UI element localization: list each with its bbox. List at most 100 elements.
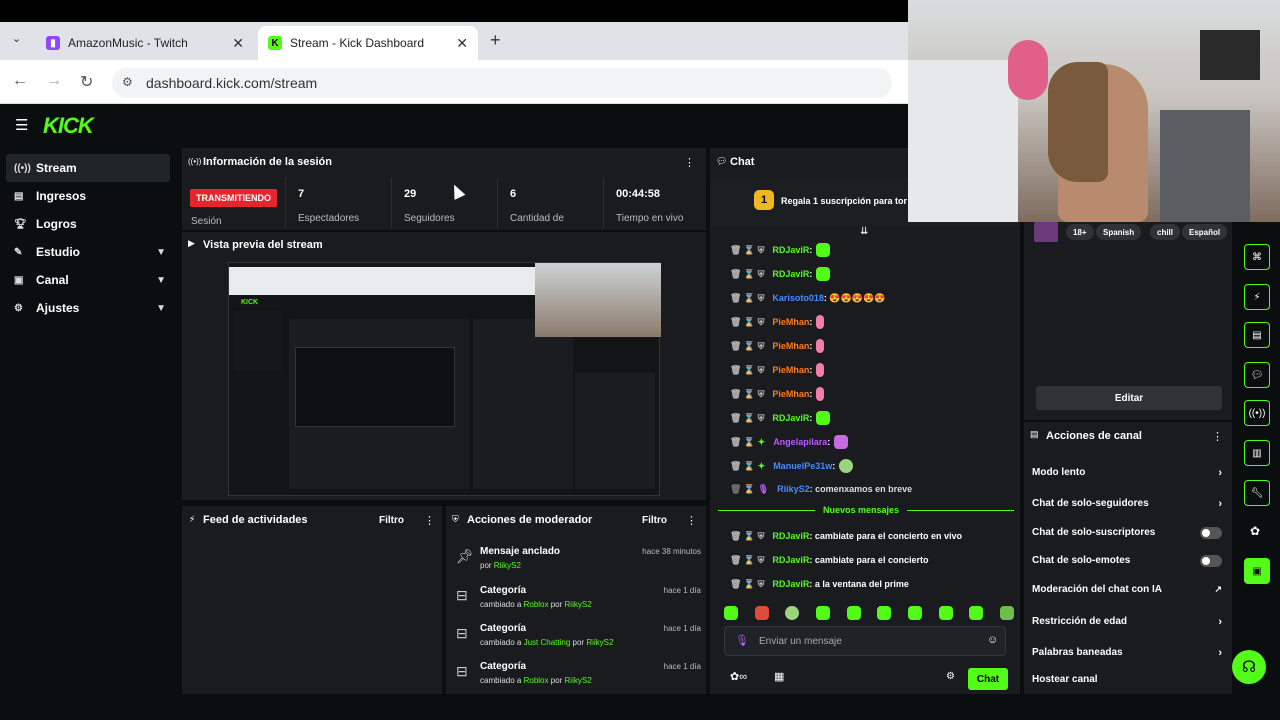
emote-icon[interactable] <box>846 606 861 620</box>
emote-icon[interactable] <box>999 606 1014 620</box>
forward-icon[interactable]: → <box>46 72 62 90</box>
message-actions-icon[interactable]: 🗑 ⌛ ⛨ <box>730 341 764 352</box>
message-actions-icon[interactable]: 🗑 ⌛ ⛨ <box>730 365 764 376</box>
action-ai-moderation[interactable]: Moderación del chat con IA ↗ <box>1032 584 1222 595</box>
chat-username[interactable]: PieMhan <box>772 389 809 399</box>
rail-integrations-icon[interactable]: ✿ <box>1250 524 1260 538</box>
chat-username[interactable]: RDJaviR <box>772 579 809 589</box>
more-options-icon[interactable]: ⋮ <box>1212 430 1223 443</box>
subscribers-only-toggle[interactable] <box>1200 527 1222 539</box>
rail-notes-button[interactable]: ▤ <box>1244 322 1270 348</box>
menu-icon[interactable]: ☰ <box>15 116 28 134</box>
tab-list-dropdown-icon[interactable]: ⌄ <box>12 32 21 45</box>
sidebar-item-stream[interactable]: ((•)) Stream <box>6 154 170 182</box>
chat-username[interactable]: ManuelPe31w <box>773 461 832 471</box>
back-icon[interactable]: ← <box>12 72 28 90</box>
message-actions-icon[interactable]: 🗑 ⌛ ✦ <box>730 461 765 472</box>
message-actions-icon[interactable]: 🗑 ⌛ ⛨ <box>730 245 764 256</box>
action-slow-mode[interactable]: Modo lento › <box>1032 467 1222 479</box>
mic-icon[interactable]: 🎙︎ <box>735 634 749 647</box>
emote-icon[interactable] <box>724 606 738 620</box>
more-options-icon[interactable]: ⋮ <box>686 514 697 527</box>
chat-username[interactable]: Angelapilara <box>773 437 827 447</box>
message-actions-icon[interactable]: 🗑 ⌛ ⛨ <box>730 293 764 304</box>
site-info-icon[interactable]: ⚙ <box>122 75 133 89</box>
message-actions-icon[interactable]: 🗑 ⌛ 🎙︎ <box>730 484 769 495</box>
rail-layout-button[interactable]: ▥ <box>1244 440 1270 466</box>
chat-username[interactable]: RDJaviR <box>772 531 809 541</box>
rail-scene-button[interactable]: ⌘ <box>1244 244 1270 270</box>
emotes-only-toggle[interactable] <box>1200 555 1222 567</box>
message-actions-icon[interactable]: 🗑 ⌛ ⛨ <box>730 389 764 400</box>
new-tab-button[interactable]: + <box>490 30 501 51</box>
kick-logo[interactable]: KICK <box>43 113 94 139</box>
message-actions-icon[interactable]: 🗑 ⌛ ⛨ <box>730 413 764 424</box>
sidebar-item-ajustes[interactable]: ⚙ Ajustes ▼ <box>0 294 176 322</box>
tag-language[interactable]: Spanish <box>1096 224 1142 240</box>
store-icon[interactable]: ▦ <box>774 670 784 683</box>
action-banned-words[interactable]: Palabras baneadas › <box>1032 647 1222 659</box>
stream-preview-video[interactable]: KICK <box>228 262 661 496</box>
mod-user-link[interactable]: RiikyS2 <box>586 638 613 647</box>
action-host-channel[interactable]: Hostear canal <box>1032 674 1222 685</box>
chat-settings-icon[interactable]: ⚙ <box>946 671 955 682</box>
emote-icon[interactable] <box>969 606 984 620</box>
emote-icon[interactable] <box>938 606 953 620</box>
more-options-icon[interactable]: ⋮ <box>424 514 435 527</box>
rail-broadcast-button[interactable]: ((•)) <box>1244 400 1270 426</box>
emoji-picker-icon[interactable]: ☺ <box>987 634 998 646</box>
filter-button[interactable]: Filtro <box>642 515 667 526</box>
tag-espanol[interactable]: Español <box>1182 224 1228 240</box>
mod-user-link[interactable]: RiikyS2 <box>494 561 521 570</box>
emote-icon[interactable] <box>785 606 800 620</box>
chat-username[interactable]: RDJaviR <box>772 269 809 279</box>
filter-button[interactable]: Filtro <box>379 515 404 526</box>
rail-tools-button[interactable]: 🔧︎ <box>1244 480 1270 506</box>
chat-username[interactable]: RDJaviR <box>772 555 809 565</box>
rail-app-button[interactable]: ▣ <box>1244 558 1270 584</box>
action-followers-only[interactable]: Chat de solo-seguidores › <box>1032 498 1222 510</box>
chat-send-button[interactable]: Chat <box>968 668 1008 690</box>
chat-tools-icon[interactable]: ✿∞ <box>730 670 747 683</box>
close-tab-icon[interactable]: ✕ <box>232 35 244 52</box>
emote-icon[interactable] <box>754 606 769 620</box>
chat-username[interactable]: Karisoto018 <box>772 293 824 303</box>
action-age-restriction[interactable]: Restricción de edad › <box>1032 616 1222 628</box>
chat-username[interactable]: RDJaviR <box>772 245 809 255</box>
message-actions-icon[interactable]: 🗑 ⌛ ⛨ <box>730 317 764 328</box>
tag-age[interactable]: 18+ <box>1066 224 1094 240</box>
rail-chat-button[interactable]: 💬︎ <box>1244 362 1270 388</box>
sidebar-item-ingresos[interactable]: ▤ Ingresos <box>0 182 176 210</box>
chat-username[interactable]: RiikyS2 <box>777 484 810 494</box>
edit-stream-button[interactable]: Editar <box>1036 386 1222 410</box>
tab-kick-dashboard[interactable]: K Stream - Kick Dashboard ✕ <box>258 26 478 60</box>
sidebar-item-canal[interactable]: ▣ Canal ▼ <box>0 266 176 294</box>
chat-username[interactable]: PieMhan <box>772 341 809 351</box>
collapse-pinned-icon[interactable]: ⇊ <box>860 226 868 237</box>
url-field[interactable]: ⚙ dashboard.kick.com/stream <box>112 68 892 98</box>
close-tab-icon[interactable]: ✕ <box>456 35 468 52</box>
message-actions-icon[interactable]: 🗑 ⌛ ⛨ <box>730 579 764 590</box>
reload-icon[interactable]: ↻ <box>80 72 93 92</box>
message-actions-icon[interactable]: 🗑 ⌛ ⛨ <box>730 531 764 542</box>
message-actions-icon[interactable]: 🗑 ⌛ ⛨ <box>730 269 764 280</box>
action-emotes-only[interactable]: Chat de solo-emotes <box>1032 555 1222 567</box>
sidebar-item-logros[interactable]: 🏆︎ Logros <box>0 210 176 238</box>
sidebar-item-estudio[interactable]: ✎ Estudio ▼ <box>0 238 176 266</box>
tag-chill[interactable]: chill <box>1150 224 1181 240</box>
chat-username[interactable]: PieMhan <box>772 317 809 327</box>
message-actions-icon[interactable]: 🗑 ⌛ ✦ <box>730 437 765 448</box>
action-subscribers-only[interactable]: Chat de solo-suscriptores <box>1032 527 1222 539</box>
more-options-icon[interactable]: ⋮ <box>684 156 695 169</box>
mod-user-link[interactable]: RiikyS2 <box>565 676 592 685</box>
chat-input[interactable]: 🎙︎ Enviar un mensaje ☺ <box>724 626 1006 656</box>
emote-icon[interactable] <box>815 606 830 620</box>
message-actions-icon[interactable]: 🗑 ⌛ ⛨ <box>730 555 764 566</box>
emote-icon[interactable] <box>907 606 922 620</box>
mod-user-link[interactable]: RiikyS2 <box>565 600 592 609</box>
tab-amazonmusic-twitch[interactable]: ▮ AmazonMusic - Twitch ✕ <box>36 26 254 60</box>
emote-icon[interactable] <box>877 606 892 620</box>
chat-username[interactable]: RDJaviR <box>772 413 809 423</box>
support-button[interactable]: ☊ <box>1232 650 1266 684</box>
chat-username[interactable]: PieMhan <box>772 365 809 375</box>
